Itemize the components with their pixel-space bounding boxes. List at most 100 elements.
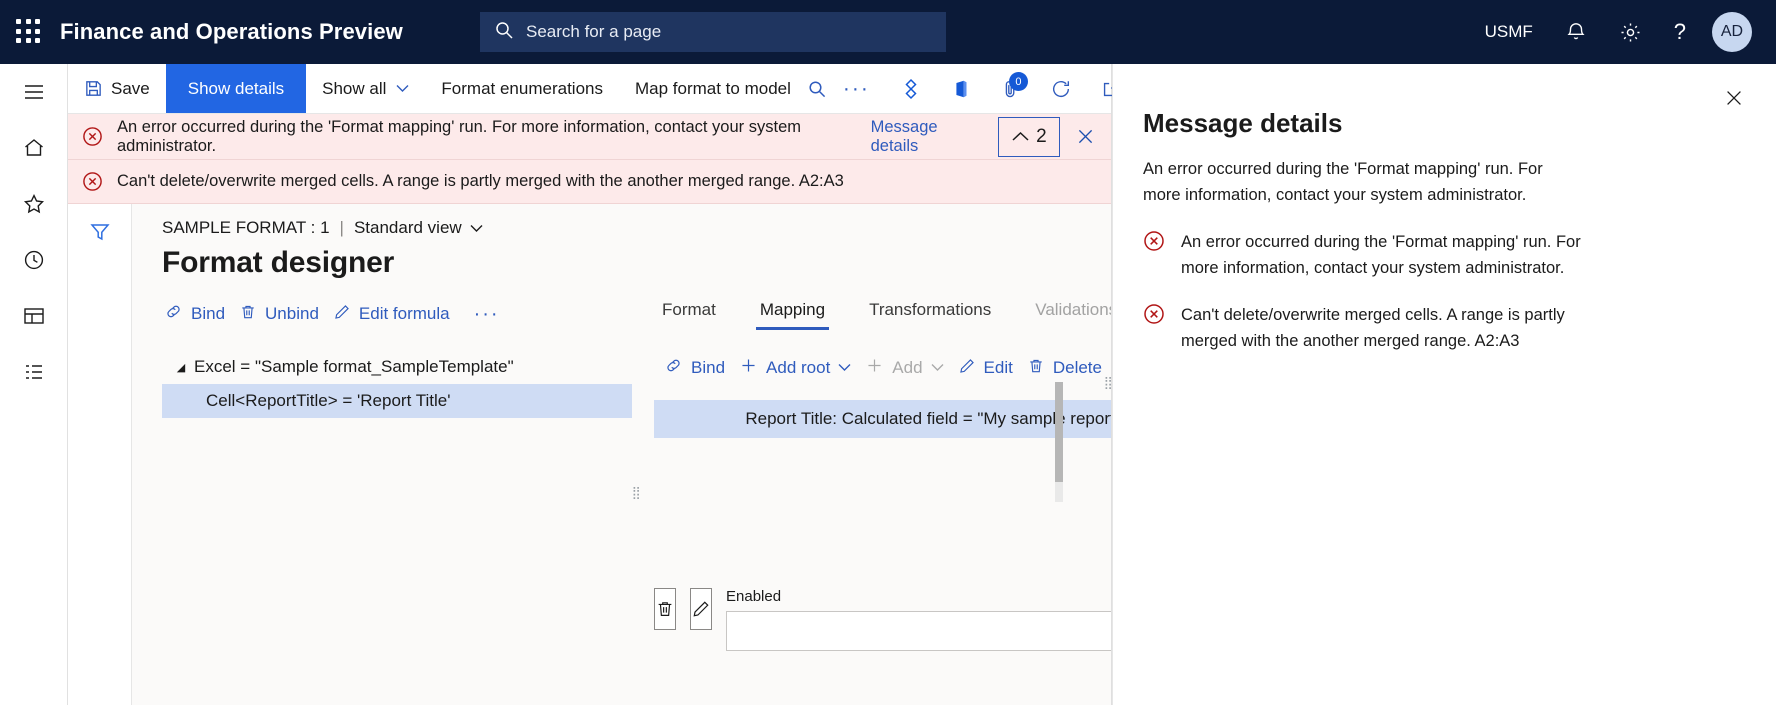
top-nav-right-group: USMF ? AD <box>1469 0 1776 64</box>
show-details-label: Show details <box>187 78 285 98</box>
format-unbind-label: Unbind <box>265 304 319 323</box>
gear-icon[interactable] <box>1603 0 1658 64</box>
top-navigation-bar: Finance and Operations Preview Search fo… <box>0 0 1776 64</box>
save-button[interactable]: Save <box>68 64 166 113</box>
tree-node-label: Excel = "Sample format_SampleTemplate" <box>194 357 514 376</box>
view-selector-label: Standard view <box>353 218 462 237</box>
sidebar-item-recent[interactable] <box>0 232 68 288</box>
enabled-input[interactable] <box>726 611 1111 651</box>
mapping-bind-button[interactable]: Bind <box>654 350 739 386</box>
format-tree: ◢ Excel = "Sample format_SampleTemplate"… <box>162 350 632 418</box>
attachment-count-badge: 0 <box>1008 72 1028 91</box>
format-bind-label: Bind <box>191 304 226 323</box>
trash-icon <box>239 303 257 326</box>
tab-validations[interactable]: Validations <box>1013 296 1111 330</box>
power-platform-icon[interactable] <box>886 64 936 113</box>
map-format-to-model-button[interactable]: Map format to model <box>619 64 807 113</box>
refresh-icon[interactable] <box>1036 64 1086 113</box>
mapping-row[interactable]: Report Title: Calculated field = "My sam… <box>654 400 1111 438</box>
view-selector[interactable]: Standard view <box>354 218 483 238</box>
tree-node-cell-reporttitle[interactable]: Cell<ReportTitle> = 'Report Title' <box>162 384 632 418</box>
mapping-edit-button[interactable]: Edit <box>958 351 1027 386</box>
avatar[interactable]: AD <box>1712 12 1752 52</box>
format-bind-button[interactable]: Bind <box>162 296 239 332</box>
detail-panel: Format Mapping Transformations Validatio… <box>632 296 1111 651</box>
mapping-add-root-label: Add root <box>766 358 831 377</box>
tree-node-label: Cell<ReportTitle> = 'Report Title' <box>206 391 451 410</box>
designer-panels: Bind Unbind Edit formula ··· ◢ Excel = "… <box>162 296 1111 651</box>
message-details-link[interactable]: Message details <box>871 118 983 156</box>
flyout-message-text: An error occurred during the 'Format map… <box>1181 233 1581 277</box>
format-edit-formula-button[interactable]: Edit formula <box>333 297 464 332</box>
flyout-message-item: An error occurred during the 'Format map… <box>1143 230 1593 281</box>
format-unbind-button[interactable]: Unbind <box>239 297 333 332</box>
company-selector[interactable]: USMF <box>1469 0 1549 64</box>
hamburger-icon[interactable] <box>0 64 68 120</box>
filter-icon[interactable] <box>88 220 112 705</box>
sidebar-item-favorites[interactable] <box>0 176 68 232</box>
tab-format[interactable]: Format <box>654 296 738 330</box>
save-label: Save <box>111 78 150 98</box>
page-title: Format designer <box>162 246 395 279</box>
bell-icon[interactable] <box>1549 0 1603 64</box>
trash-icon <box>1027 357 1045 380</box>
mapping-delete-label: Delete <box>1052 358 1102 377</box>
sidebar-item-modules[interactable] <box>0 344 68 400</box>
tree-node-excel[interactable]: ◢ Excel = "Sample format_SampleTemplate" <box>162 350 632 384</box>
attachment-icon[interactable]: 0 <box>986 64 1036 113</box>
mapping-delete-button[interactable]: Delete <box>1027 351 1111 386</box>
tab-mapping[interactable]: Mapping <box>738 296 847 330</box>
message-details-flyout: ⁞⁞ Message details An error occurred dur… <box>1104 64 1776 705</box>
chevron-down-icon <box>470 224 483 232</box>
search-placeholder: Search for a page <box>526 22 662 41</box>
format-tree-overflow-button[interactable]: ··· <box>464 303 510 326</box>
sidebar-item-home[interactable] <box>0 120 68 176</box>
page-body: SAMPLE FORMAT : 1 | Standard view Format… <box>132 204 1111 705</box>
message-bar-text-1: An error occurred during the 'Format map… <box>117 117 801 155</box>
message-bar-text-2: Can't delete/overwrite merged cells. A r… <box>117 172 844 190</box>
bottom-editor-bar: Enabled <box>654 588 1111 651</box>
enabled-label: Enabled <box>726 588 782 605</box>
mapping-bind-label: Bind <box>691 358 726 377</box>
sidebar-item-workspaces[interactable] <box>0 288 68 344</box>
show-details-button[interactable]: Show details <box>165 64 307 113</box>
mapping-add-label: Add <box>892 358 923 377</box>
chevron-down-icon <box>838 361 851 375</box>
message-count: 2 <box>1036 125 1047 147</box>
navigation-rail <box>0 64 68 705</box>
detail-tabs: Format Mapping Transformations Validatio… <box>654 296 1111 330</box>
format-enumerations-button[interactable]: Format enumerations <box>425 64 619 113</box>
message-bar-close-icon[interactable] <box>1060 114 1111 159</box>
breadcrumb-record: SAMPLE FORMAT : 1 <box>162 218 330 237</box>
command-overflow-button[interactable]: ··· <box>827 64 886 113</box>
mapping-scrollbar[interactable] <box>1055 382 1063 502</box>
bottom-edit-button[interactable] <box>690 588 712 630</box>
work-column: Save Show details Show all Format enumer… <box>68 64 1168 705</box>
flyout-message-item: Can't delete/overwrite merged cells. A r… <box>1143 303 1593 354</box>
flyout-close-icon[interactable] <box>1712 76 1756 120</box>
tab-transformations[interactable]: Transformations <box>847 296 1013 330</box>
flyout-splitter-handle[interactable]: ⁞⁞ <box>1104 374 1113 394</box>
message-bar-error-1: An error occurred during the 'Format map… <box>68 114 1111 160</box>
office-icon[interactable] <box>936 64 986 113</box>
app-launcher-icon[interactable] <box>16 19 42 45</box>
expander-icon[interactable]: ◢ <box>168 361 194 374</box>
search-input[interactable]: Search for a page <box>480 12 946 52</box>
body-row: Save Show details Show all Format enumer… <box>0 64 1776 705</box>
chevron-down-icon <box>931 361 944 375</box>
command-search-icon[interactable] <box>807 64 827 113</box>
error-icon <box>1143 303 1165 354</box>
mapping-add-button[interactable]: Add <box>865 350 957 386</box>
link-icon <box>164 302 183 326</box>
search-icon <box>494 20 514 45</box>
help-button[interactable]: ? <box>1658 0 1702 64</box>
filter-pane <box>68 204 132 705</box>
show-all-button[interactable]: Show all <box>306 64 425 113</box>
message-collapse-button[interactable]: 2 <box>998 116 1061 157</box>
bottom-delete-button[interactable] <box>654 588 676 630</box>
command-bar: Save Show details Show all Format enumer… <box>68 64 1168 114</box>
mapping-add-root-button[interactable]: Add root <box>739 350 865 386</box>
breadcrumb-divider: | <box>339 218 344 237</box>
chevron-down-icon <box>396 82 409 96</box>
app-brand-title: Finance and Operations Preview <box>60 19 403 44</box>
